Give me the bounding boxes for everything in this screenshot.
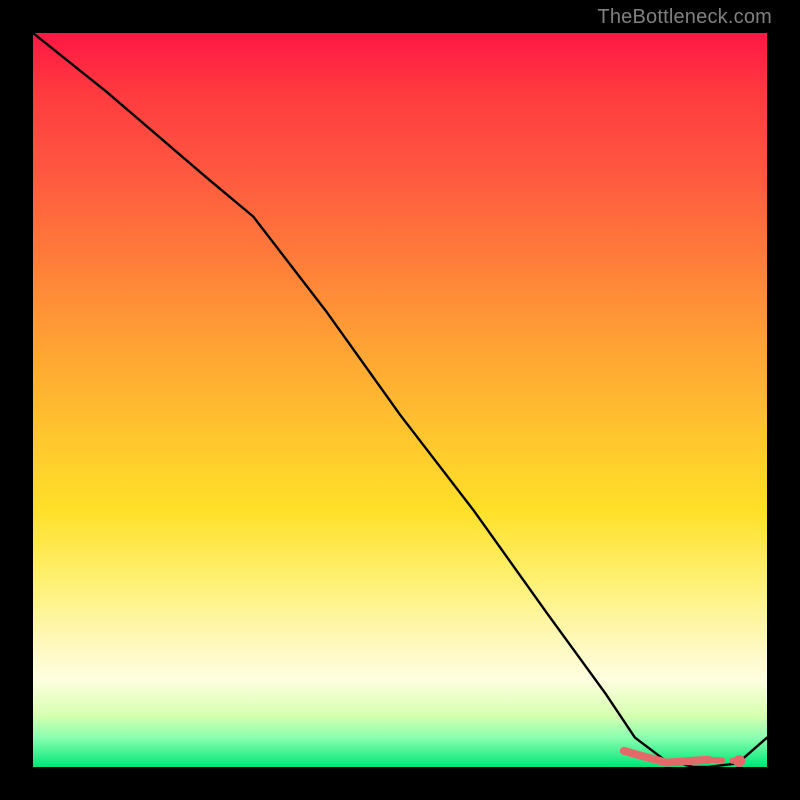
bottleneck-curve [33, 33, 767, 767]
plot-area [33, 33, 767, 767]
curve-end-dot [733, 755, 745, 767]
curve-line [33, 33, 767, 767]
chart-container: { "watermark": "TheBottleneck.com", "cha… [0, 0, 800, 800]
watermark-text: TheBottleneck.com [597, 6, 772, 29]
curve-highlight-strip [624, 751, 708, 763]
